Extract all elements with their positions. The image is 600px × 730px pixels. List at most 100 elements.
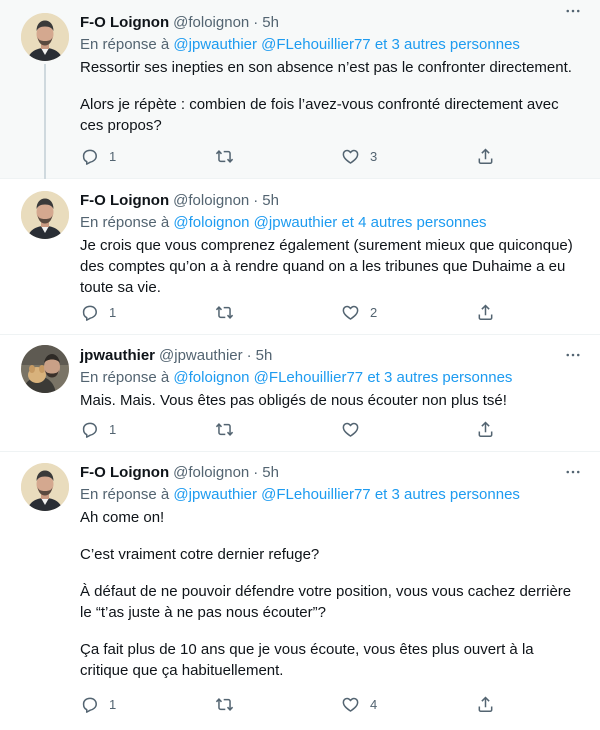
- like-count: 2: [370, 305, 378, 320]
- heart-icon: [341, 303, 360, 322]
- tweet[interactable]: F-O Loignon @foloignon · 5h En réponse à…: [0, 179, 600, 335]
- reply-bubble-icon: [80, 695, 99, 714]
- reply-count: 1: [109, 422, 117, 437]
- reply-button[interactable]: 1: [80, 147, 116, 166]
- tweet-header: F-O Loignon @foloignon · 5h: [80, 189, 584, 211]
- conversation-feed: F-O Loignon @foloignon · 5h En réponse à…: [0, 0, 600, 730]
- share-upload-icon: [476, 420, 495, 439]
- tweet-paragraph: Ah come on!: [80, 509, 165, 526]
- timestamp[interactable]: 5h: [262, 14, 279, 31]
- author-handle[interactable]: @foloignon: [173, 464, 249, 481]
- more-dots-icon: [564, 463, 582, 481]
- tweet-paragraph: Alors je répète : combien de fois l’avez…: [80, 96, 559, 134]
- like-count: 3: [370, 149, 378, 164]
- reply-count: 1: [109, 697, 117, 712]
- retweet-button[interactable]: [215, 695, 244, 714]
- tweet-paragraph: C’est vraiment cotre dernier refuge?: [80, 546, 320, 563]
- replying-to: En réponse à @foloignon @FLehouillier77 …: [80, 367, 584, 389]
- share-button[interactable]: [476, 695, 495, 714]
- reply-mentions-link[interactable]: @foloignon @FLehouillier77: [173, 369, 363, 386]
- share-button[interactable]: [476, 303, 495, 322]
- reply-others-link[interactable]: et 3 autres personnes: [375, 36, 520, 53]
- avatar[interactable]: [21, 191, 69, 239]
- tweet-text: Je crois que vous comprenez également (s…: [80, 235, 584, 298]
- retweet-button[interactable]: [215, 420, 244, 439]
- more-dots-icon: [564, 346, 582, 364]
- avatar-jpwauthier-icon: [21, 345, 69, 393]
- reply-button[interactable]: 1: [80, 695, 116, 714]
- reply-bubble-icon: [80, 303, 99, 322]
- thread-connector-line: [44, 64, 46, 179]
- retweet-icon: [215, 420, 234, 439]
- replying-to-label: En réponse à: [80, 36, 170, 53]
- retweet-button[interactable]: [215, 147, 244, 166]
- more-dots-icon: [564, 2, 582, 20]
- reply-mentions-link[interactable]: @foloignon @jpwauthier: [173, 214, 337, 231]
- tweet-actions: 1: [80, 420, 500, 440]
- share-button[interactable]: [476, 147, 495, 166]
- tweet-text: Ah come on! C’est vraiment cotre dernier…: [80, 507, 584, 681]
- separator-dot: ·: [253, 13, 259, 31]
- more-options-button[interactable]: [558, 0, 588, 22]
- retweet-icon: [215, 303, 234, 322]
- author-name[interactable]: F-O Loignon: [80, 464, 169, 481]
- reply-bubble-icon: [80, 420, 99, 439]
- author-name[interactable]: F-O Loignon: [80, 14, 169, 31]
- reply-mentions-link[interactable]: @jpwauthier @FLehouillier77: [173, 36, 370, 53]
- like-count: 4: [370, 697, 378, 712]
- replying-to: En réponse à @jpwauthier @FLehouillier77…: [80, 34, 584, 56]
- replying-to: En réponse à @foloignon @jpwauthier et 4…: [80, 212, 584, 234]
- avatar[interactable]: [21, 13, 69, 61]
- tweet-actions: 1 2: [80, 303, 500, 323]
- reply-button[interactable]: 1: [80, 303, 116, 322]
- author-name[interactable]: jpwauthier: [80, 347, 155, 364]
- author-name[interactable]: F-O Loignon: [80, 192, 169, 209]
- like-button[interactable]: 2: [341, 303, 377, 322]
- author-handle[interactable]: @foloignon: [173, 192, 249, 209]
- heart-icon: [341, 147, 360, 166]
- author-handle[interactable]: @foloignon: [173, 14, 249, 31]
- replying-to-label: En réponse à: [80, 369, 170, 386]
- separator-dot: ·: [246, 346, 252, 364]
- tweet-paragraph: Mais. Mais. Vous êtes pas obligés de nou…: [80, 392, 507, 409]
- replying-to-label: En réponse à: [80, 486, 170, 503]
- author-handle[interactable]: @jpwauthier: [159, 347, 243, 364]
- tweet-header: F-O Loignon @foloignon · 5h: [80, 11, 584, 33]
- retweet-icon: [215, 695, 234, 714]
- like-button[interactable]: [341, 420, 370, 439]
- avatar[interactable]: [21, 463, 69, 511]
- reply-others-link[interactable]: et 3 autres personnes: [367, 369, 512, 386]
- reply-count: 1: [109, 305, 117, 320]
- tweet-actions: 1 3: [80, 147, 500, 167]
- more-options-button[interactable]: [558, 344, 588, 366]
- share-upload-icon: [476, 147, 495, 166]
- reply-button[interactable]: 1: [80, 420, 116, 439]
- tweet-text: Ressortir ses inepties en son absence n’…: [80, 57, 584, 136]
- tweet-paragraph: À défaut de ne pouvoir défendre votre po…: [80, 583, 572, 621]
- heart-icon: [341, 420, 360, 439]
- tweet-header: F-O Loignon @foloignon · 5h: [80, 461, 584, 483]
- timestamp[interactable]: 5h: [262, 464, 279, 481]
- avatar[interactable]: [21, 345, 69, 393]
- tweet[interactable]: jpwauthier @jpwauthier · 5h En réponse à…: [0, 335, 600, 452]
- avatar-foloignon-icon: [21, 191, 69, 239]
- retweet-button[interactable]: [215, 303, 244, 322]
- like-button[interactable]: 3: [341, 147, 377, 166]
- tweet[interactable]: F-O Loignon @foloignon · 5h En réponse à…: [0, 452, 600, 730]
- share-button[interactable]: [476, 420, 495, 439]
- share-upload-icon: [476, 695, 495, 714]
- tweet[interactable]: F-O Loignon @foloignon · 5h En réponse à…: [0, 0, 600, 179]
- reply-bubble-icon: [80, 147, 99, 166]
- reply-mentions-link[interactable]: @jpwauthier @FLehouillier77: [173, 486, 370, 503]
- heart-icon: [341, 695, 360, 714]
- tweet-paragraph: Je crois que vous comprenez également (s…: [80, 237, 573, 296]
- timestamp[interactable]: 5h: [262, 192, 279, 209]
- share-upload-icon: [476, 303, 495, 322]
- timestamp[interactable]: 5h: [256, 347, 273, 364]
- replying-to-label: En réponse à: [80, 214, 170, 231]
- more-options-button[interactable]: [558, 461, 588, 483]
- tweet-actions: 1 4: [80, 695, 500, 715]
- reply-others-link[interactable]: et 4 autres personnes: [341, 214, 486, 231]
- reply-others-link[interactable]: et 3 autres personnes: [375, 486, 520, 503]
- like-button[interactable]: 4: [341, 695, 377, 714]
